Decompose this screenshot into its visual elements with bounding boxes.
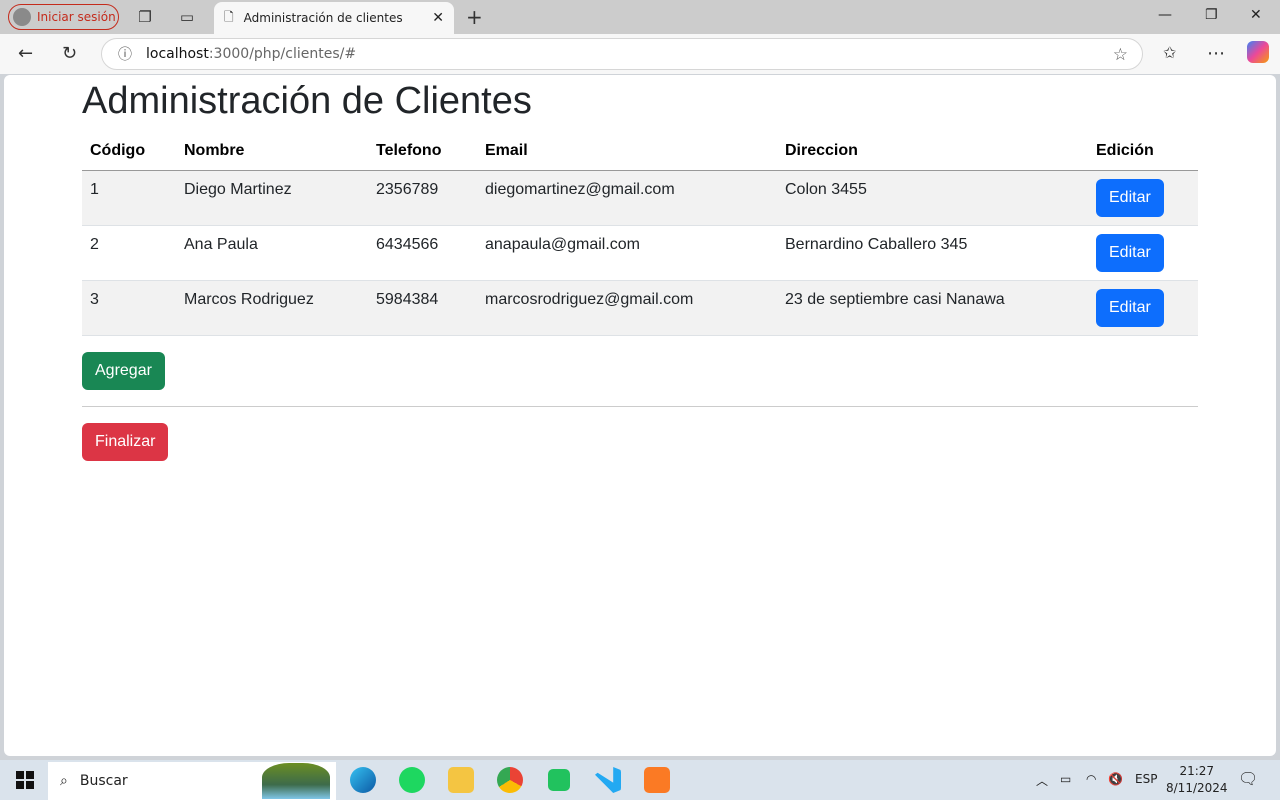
- col-codigo: Código: [82, 133, 176, 171]
- cell-telefono: 6434566: [368, 225, 477, 281]
- cell-codigo: 3: [82, 280, 176, 336]
- page-icon: 🗋: [224, 9, 234, 24]
- page-content: Administración de Clientes Código Nombre…: [4, 75, 1276, 756]
- col-telefono: Telefono: [368, 133, 477, 171]
- edit-button[interactable]: Editar: [1096, 178, 1164, 217]
- col-edicion: Edición: [1088, 133, 1198, 171]
- close-window-icon[interactable]: ✕: [1250, 7, 1262, 23]
- time: 21:27: [1179, 764, 1215, 778]
- xampp-icon[interactable]: [644, 767, 670, 793]
- cell-telefono: 2356789: [368, 170, 477, 226]
- refresh-icon[interactable]: ↻: [62, 43, 77, 64]
- col-direccion: Direccion: [777, 133, 1088, 171]
- dbeaver-icon[interactable]: [548, 769, 570, 791]
- url-host: localhost: [146, 46, 209, 62]
- cell-direccion: Colon 3455: [777, 170, 1088, 226]
- table-row: 1 Diego Martinez 2356789 diegomartinez@g…: [82, 170, 1198, 226]
- restore-icon[interactable]: ❐: [1205, 7, 1218, 23]
- tab-actions-icon[interactable]: ▭: [178, 8, 196, 26]
- new-tab-icon[interactable]: +: [466, 5, 483, 29]
- address-bar[interactable]: ⓘ localhost:3000/php/clientes/# ☆: [101, 38, 1143, 70]
- show-hidden-icons-icon[interactable]: ︿: [1036, 772, 1048, 789]
- language-indicator[interactable]: ESP: [1135, 772, 1157, 786]
- date: 8/11/2024: [1166, 781, 1228, 795]
- favorites-icon[interactable]: ✩: [1163, 43, 1176, 62]
- cell-direccion: Bernardino Caballero 345: [777, 225, 1088, 281]
- divider: [82, 406, 1198, 407]
- cell-telefono: 5984384: [368, 280, 477, 336]
- favorite-star-icon[interactable]: ☆: [1113, 45, 1128, 65]
- cell-nombre: Ana Paula: [176, 225, 368, 281]
- taskbar-search[interactable]: ⌕ Buscar: [48, 762, 336, 800]
- table-row: 2 Ana Paula 6434566 anapaula@gmail.com B…: [82, 225, 1198, 281]
- url-path: :3000/php/clientes/#: [208, 46, 357, 62]
- tab-title: Administración de clientes: [243, 11, 403, 25]
- table-row: 3 Marcos Rodriguez 5984384 marcosrodrigu…: [82, 280, 1198, 336]
- cell-nombre: Diego Martinez: [176, 170, 368, 226]
- search-highlight-image: [262, 763, 330, 799]
- profile-label: Iniciar sesión: [37, 10, 116, 24]
- chrome-icon[interactable]: [497, 767, 523, 793]
- spotify-icon[interactable]: [399, 767, 425, 793]
- avatar: [13, 8, 31, 26]
- edit-button[interactable]: Editar: [1096, 233, 1164, 272]
- workspaces-icon[interactable]: ❐: [136, 8, 154, 26]
- clock[interactable]: 21:27 8/11/2024: [1166, 763, 1228, 797]
- edit-button[interactable]: Editar: [1096, 288, 1164, 327]
- cell-email: marcosrodriguez@gmail.com: [477, 280, 777, 336]
- copilot-icon[interactable]: [1247, 41, 1269, 63]
- clients-table: Código Nombre Telefono Email Direccion E…: [82, 133, 1198, 336]
- close-tab-icon[interactable]: ✕: [432, 10, 444, 26]
- add-button[interactable]: Agregar: [82, 352, 165, 390]
- file-explorer-icon[interactable]: [448, 767, 474, 793]
- col-nombre: Nombre: [176, 133, 368, 171]
- tab-active[interactable]: 🗋 Administración de clientes ✕: [214, 2, 454, 34]
- windows-start-icon[interactable]: [16, 771, 34, 789]
- search-icon: ⌕: [60, 773, 68, 789]
- finish-button[interactable]: Finalizar: [82, 423, 169, 461]
- page-title: Administración de Clientes: [82, 80, 532, 122]
- profile-button[interactable]: Iniciar sesión: [8, 4, 119, 30]
- edge-icon[interactable]: [350, 767, 376, 793]
- vscode-icon[interactable]: [595, 767, 621, 793]
- cell-email: anapaula@gmail.com: [477, 225, 777, 281]
- cell-direccion: 23 de septiembre casi Nanawa: [777, 280, 1088, 336]
- toolbar: ← ↻ ⓘ localhost:3000/php/clientes/# ☆ ✩ …: [0, 34, 1280, 74]
- col-email: Email: [477, 133, 777, 171]
- wifi-icon[interactable]: ◠: [1086, 772, 1096, 786]
- cell-codigo: 2: [82, 225, 176, 281]
- cell-nombre: Marcos Rodriguez: [176, 280, 368, 336]
- notifications-icon[interactable]: 🗨: [1238, 769, 1258, 788]
- cell-email: diegomartinez@gmail.com: [477, 170, 777, 226]
- cell-codigo: 1: [82, 170, 176, 226]
- search-placeholder: Buscar: [79, 773, 128, 789]
- volume-muted-icon[interactable]: 🔇: [1108, 772, 1123, 786]
- battery-icon[interactable]: ▭: [1060, 772, 1071, 786]
- tab-strip: Iniciar sesión ❐ ▭ 🗋 Administración de cl…: [0, 0, 1280, 34]
- more-icon[interactable]: ⋯: [1207, 43, 1225, 64]
- minimize-icon[interactable]: —: [1158, 7, 1172, 23]
- back-icon[interactable]: ←: [18, 43, 33, 64]
- taskbar: ⌕ Buscar ︿ ▭ ◠ 🔇 ESP 21:27 8/11/2024 🗨: [0, 760, 1280, 800]
- info-icon[interactable]: ⓘ: [118, 44, 132, 64]
